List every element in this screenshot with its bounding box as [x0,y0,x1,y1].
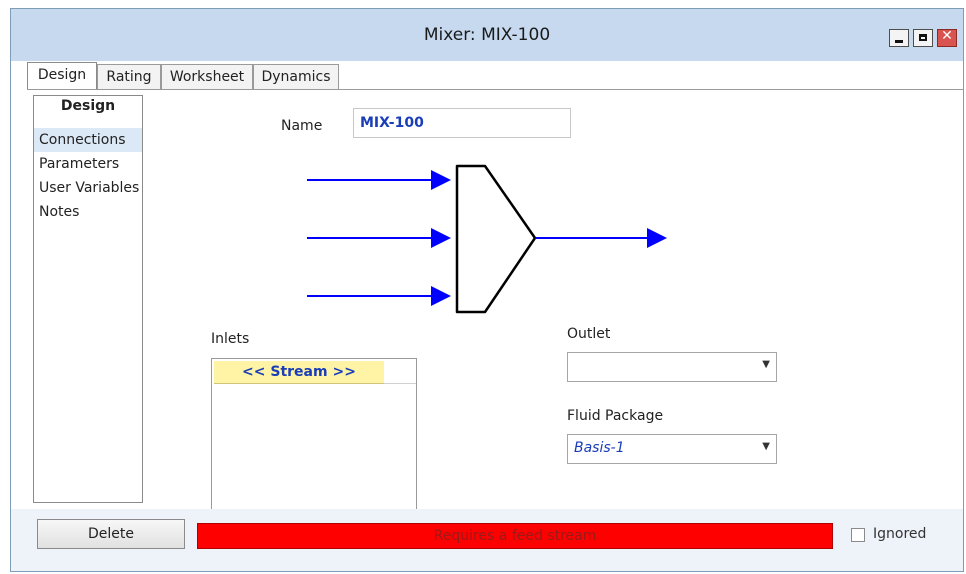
fluid-package-dropdown[interactable]: Basis-1 ▼ [567,434,777,464]
tab-content: Design Connections Parameters User Varia… [27,89,963,514]
outlet-label: Outlet [567,326,611,342]
nav-header: Design [60,98,116,114]
name-input[interactable]: MIX-100 [353,108,571,138]
delete-button[interactable]: Delete [37,519,185,549]
chevron-down-icon: ▼ [762,359,770,370]
fluid-package-value: Basis-1 [574,440,625,456]
tab-worksheet[interactable]: Worksheet [161,64,253,89]
close-button[interactable]: ✕ [937,28,957,47]
mixer-icon [455,164,537,314]
outlet-dropdown[interactable]: ▼ [567,352,777,382]
tab-dynamics[interactable]: Dynamics [253,64,339,89]
nav-item-connections[interactable]: Connections [34,128,142,152]
inlets-label: Inlets [211,331,250,347]
tab-rating[interactable]: Rating [97,64,161,89]
maximize-icon [919,34,927,41]
minimize-icon [895,40,903,43]
maximize-button[interactable] [913,29,933,47]
inlets-list[interactable]: << Stream >> [211,358,417,514]
mixer-diagram [307,164,667,314]
nav-item-notes[interactable]: Notes [34,200,142,224]
ignored-checkbox[interactable] [851,528,865,542]
nav-item-user-variables[interactable]: User Variables [34,176,142,200]
bottom-bar: Delete Requires a feed stream Ignored [11,509,963,571]
ignored-label[interactable]: Ignored [873,526,926,542]
name-label: Name [281,118,323,134]
chevron-down-icon: ▼ [762,441,770,452]
fluid-package-label: Fluid Package [567,408,664,424]
tab-design[interactable]: Design [27,62,97,89]
close-icon: ✕ [941,28,953,44]
minimize-button[interactable] [889,29,909,47]
window-title: Mixer: MIX-100 [423,25,551,45]
mixer-window: Mixer: MIX-100 ✕ Design Rating Worksheet… [10,8,964,572]
nav-item-parameters[interactable]: Parameters [34,152,142,176]
design-nav-panel: Design Connections Parameters User Varia… [33,95,143,503]
grid-line [384,383,416,384]
nav-list: Connections Parameters User Variables No… [34,128,142,224]
title-bar[interactable]: Mixer: MIX-100 ✕ [11,9,963,61]
add-stream-cell[interactable]: << Stream >> [214,361,384,384]
status-bar: Requires a feed stream [197,523,833,549]
